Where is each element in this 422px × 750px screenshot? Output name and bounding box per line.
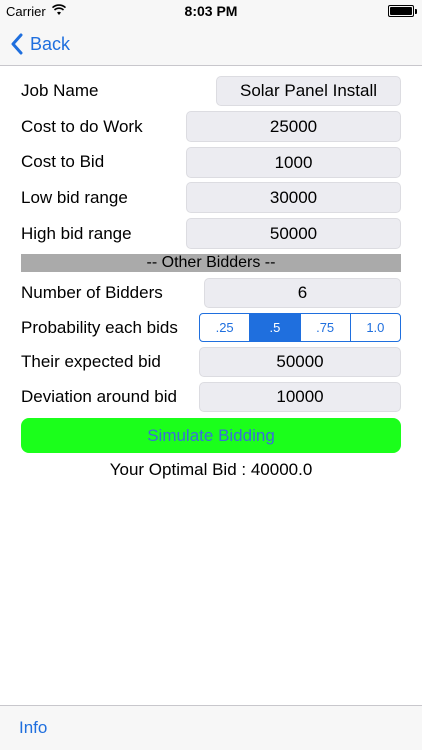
probability-option-075[interactable]: .75 bbox=[301, 314, 351, 341]
cost-to-bid-label: Cost to Bid bbox=[21, 152, 105, 171]
job-name-label: Job Name bbox=[21, 81, 99, 100]
cost-to-bid-field[interactable]: 1000 bbox=[186, 147, 401, 178]
high-bid-field[interactable]: 50000 bbox=[186, 218, 401, 249]
deviation-field[interactable]: 10000 bbox=[199, 382, 401, 412]
expected-bid-field[interactable]: 50000 bbox=[199, 347, 401, 377]
other-bidders-header: -- Other Bidders -- bbox=[21, 254, 401, 272]
high-bid-label: High bid range bbox=[21, 224, 132, 243]
cost-to-work-label: Cost to do Work bbox=[21, 117, 143, 136]
bottom-toolbar: Info bbox=[0, 705, 422, 750]
status-bar: Carrier 8:03 PM bbox=[0, 0, 422, 22]
optimal-bid-result: Your Optimal Bid : 40000.0 bbox=[109, 460, 313, 479]
probability-label: Probability each bids bbox=[21, 318, 178, 337]
simulate-bidding-button[interactable]: Simulate Bidding bbox=[21, 418, 401, 453]
back-button[interactable]: Back bbox=[10, 30, 70, 58]
number-of-bidders-field[interactable]: 6 bbox=[204, 278, 401, 308]
probability-segmented-control: .25 .5 .75 1.0 bbox=[199, 313, 401, 342]
probability-option-025[interactable]: .25 bbox=[200, 314, 251, 341]
cost-to-work-field[interactable]: 25000 bbox=[186, 111, 401, 142]
info-button[interactable]: Info bbox=[19, 718, 47, 738]
navigation-bar: Back bbox=[0, 22, 422, 66]
probability-option-05[interactable]: .5 bbox=[250, 314, 301, 341]
number-of-bidders-label: Number of Bidders bbox=[21, 283, 163, 302]
job-name-field[interactable]: Solar Panel Install bbox=[216, 76, 401, 106]
back-label: Back bbox=[30, 33, 71, 54]
low-bid-field[interactable]: 30000 bbox=[186, 182, 401, 213]
status-time: 8:03 PM bbox=[184, 3, 238, 19]
chevron-left-icon bbox=[11, 33, 23, 55]
probability-option-10[interactable]: 1.0 bbox=[351, 314, 400, 341]
battery-icon bbox=[388, 5, 417, 17]
expected-bid-label: Their expected bid bbox=[21, 352, 161, 371]
deviation-label: Deviation around bid bbox=[21, 387, 177, 406]
low-bid-label: Low bid range bbox=[21, 188, 128, 207]
